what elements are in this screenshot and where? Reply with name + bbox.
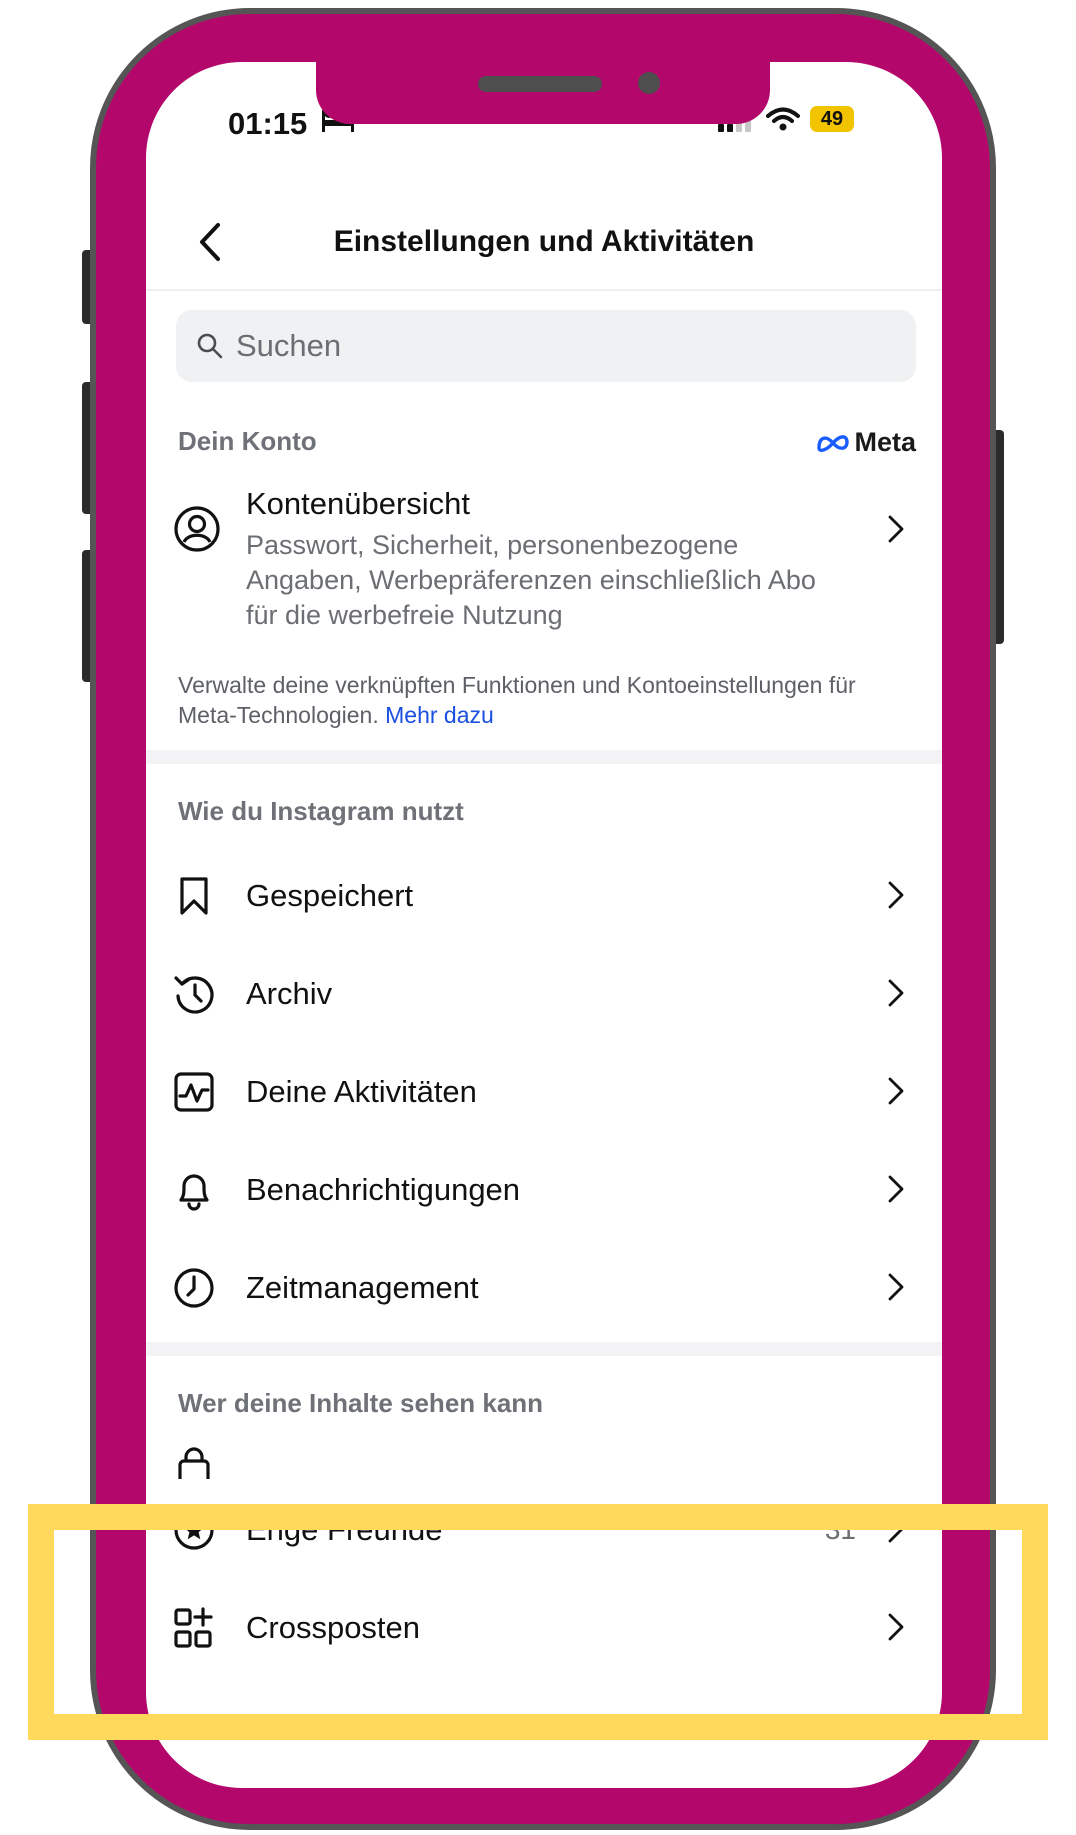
chevron-right-icon <box>888 979 904 1007</box>
meta-info-note: Verwalte deine verknüpften Funktionen un… <box>178 670 918 730</box>
clock-icon <box>174 1268 214 1308</box>
menu-item-your-activity[interactable]: Deine Aktivitäten <box>146 1042 942 1140</box>
page-header: Einstellungen und Aktivitäten <box>146 197 942 287</box>
meta-brand: Meta <box>816 427 916 458</box>
menu-item-time-management[interactable]: Zeitmanagement <box>146 1238 942 1336</box>
meta-info-text: Verwalte deine verknüpften Funktionen un… <box>178 672 856 728</box>
notch-camera <box>638 72 660 94</box>
menu-item-saved[interactable]: Gespeichert <box>146 846 942 944</box>
search-icon <box>197 333 223 359</box>
section-divider <box>146 750 942 764</box>
page-title: Einstellungen und Aktivitäten <box>333 225 755 258</box>
account-overview-row[interactable]: Kontenübersicht Passwort, Sicherheit, pe… <box>146 472 942 632</box>
menu-item-label: Gespeichert <box>246 878 414 913</box>
section-label-visibility: Wer deine Inhalte sehen kann <box>178 1388 544 1418</box>
menu-item-archive[interactable]: Archiv <box>146 944 942 1042</box>
chevron-right-icon <box>888 515 904 543</box>
account-overview-title: Kontenübersicht <box>246 486 471 521</box>
account-overview-description: Passwort, Sicherheit, personenbezogene A… <box>246 530 816 630</box>
phone-notch <box>316 62 770 124</box>
battery-indicator: 49 <box>810 106 854 132</box>
menu-item-label: Deine Aktivitäten <box>246 1074 477 1109</box>
menu-item-notifications[interactable]: Benachrichtigungen <box>146 1140 942 1238</box>
status-time: 01:15 <box>228 106 308 141</box>
lock-icon <box>178 1447 210 1479</box>
header-divider <box>146 289 942 291</box>
menu-item-label: Benachrichtigungen <box>246 1172 521 1207</box>
menu-item-label: Archiv <box>246 976 333 1011</box>
search-input[interactable] <box>236 328 836 364</box>
section-label-account: Dein Konto <box>178 426 317 456</box>
chevron-right-icon <box>888 1077 904 1105</box>
activity-chart-icon <box>174 1072 214 1112</box>
chevron-right-icon <box>888 1175 904 1203</box>
menu-item-partially-hidden[interactable] <box>146 1435 942 1479</box>
section-label-usage: Wie du Instagram nutzt <box>178 796 464 826</box>
highlight-box <box>28 1504 1048 1740</box>
bell-icon <box>179 1174 209 1211</box>
bookmark-icon <box>180 877 208 915</box>
chevron-right-icon <box>888 881 904 909</box>
meta-logo-icon <box>817 434 850 452</box>
notch-speaker <box>478 76 602 92</box>
search-bar[interactable] <box>176 310 916 382</box>
learn-more-link[interactable]: Mehr dazu <box>385 702 494 728</box>
archive-history-icon <box>174 976 214 1014</box>
wifi-icon <box>766 107 800 131</box>
menu-item-label: Zeitmanagement <box>246 1270 479 1305</box>
meta-brand-text: Meta <box>854 427 916 457</box>
chevron-right-icon <box>888 1273 904 1301</box>
account-circle-icon <box>174 506 220 552</box>
section-divider <box>146 1342 942 1356</box>
